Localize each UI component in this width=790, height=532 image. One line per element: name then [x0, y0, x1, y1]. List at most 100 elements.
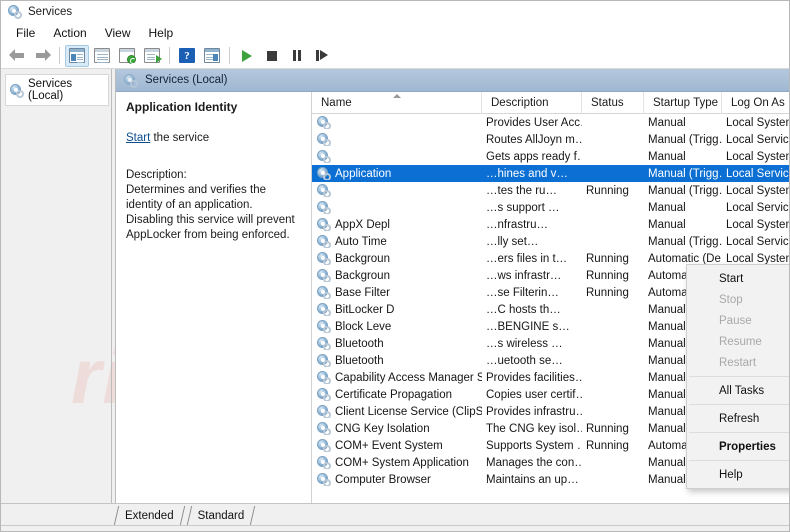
services-icon: [317, 388, 331, 401]
export-list-button[interactable]: [140, 45, 164, 67]
pause-icon: [292, 50, 302, 61]
cell-name: Backgroun: [312, 252, 482, 265]
services-icon: [317, 371, 331, 384]
cell-description: …BENGINE s…: [486, 320, 570, 333]
services-icon: [317, 252, 331, 265]
menu-item-view[interactable]: View: [96, 24, 140, 42]
cell-name: COM+ Event System: [312, 439, 482, 452]
stop-service-button[interactable]: [260, 45, 284, 67]
cell-description: Provides infrastru…: [486, 405, 582, 418]
column-header-startup-type[interactable]: Startup Type: [644, 91, 722, 114]
context-menu-item-label: Properties: [719, 440, 776, 453]
cell-description: …tes the ru…: [486, 184, 557, 197]
service-name-label: Backgroun: [335, 269, 390, 282]
service-name-label: Client License Service (ClipSV…: [335, 405, 482, 418]
table-row[interactable]: Routes AllJoyn m… Manual (Trigg… Local Ser…: [312, 131, 790, 148]
pause-service-button[interactable]: [285, 45, 309, 67]
cell-name: CNG Key Isolation: [312, 422, 482, 435]
column-header-description[interactable]: Description: [482, 91, 582, 114]
service-name-label: Bluetooth: [335, 337, 384, 350]
cell-log-on-as: Local Service: [726, 201, 790, 214]
cell-startup-type: Manual: [648, 150, 686, 163]
context-menu-item-help[interactable]: Help: [687, 464, 789, 485]
context-menu-item-pause: Pause: [687, 310, 789, 331]
column-header-label: Startup Type: [653, 96, 718, 109]
back-button[interactable]: [5, 45, 29, 67]
window-body: Services (Local) Services (Local) Applic…: [1, 69, 789, 503]
restart-service-button[interactable]: [310, 45, 334, 67]
help-button[interactable]: ?: [175, 45, 199, 67]
context-menu-item-start[interactable]: Start: [687, 268, 789, 289]
cell-description: …se Filterin…: [486, 286, 559, 299]
table-row[interactable]: Auto Time …lly set… Manual (Trigg… Local Se…: [312, 233, 789, 250]
refresh-button[interactable]: [115, 45, 139, 67]
services-icon: [317, 456, 331, 469]
services-icon: [317, 269, 331, 282]
properties-button[interactable]: [90, 45, 114, 67]
cell-log-on-as: Local System: [726, 116, 790, 129]
services-icon: [10, 83, 24, 98]
services-icon: [8, 5, 22, 19]
cell-name: Bluetooth: [312, 354, 482, 367]
cell-name: Block Leve: [312, 320, 482, 333]
cell-description: …lly set…: [486, 235, 539, 248]
column-header-label: Name: [321, 96, 352, 109]
table-row[interactable]: AppX Depl …nfrastru… Manual Local System: [312, 216, 789, 233]
cell-description: Copies user certif…: [486, 388, 582, 401]
show-action-pane-button[interactable]: [200, 45, 224, 67]
cell-name: Computer Browser: [312, 473, 482, 486]
column-header-status[interactable]: Status: [582, 91, 644, 114]
service-name-label: Block Leve: [335, 320, 392, 333]
table-row[interactable]: Application …hines and v… Manual (Trigg… Lo…: [312, 165, 789, 182]
service-name-label: Computer Browser: [335, 473, 431, 486]
cell-log-on-as: Local System: [726, 252, 790, 265]
context-menu-item-all-tasks[interactable]: All Tasks›: [687, 380, 789, 401]
cell-description: …ws infrastr…: [486, 269, 562, 282]
cell-name: Application: [312, 167, 482, 180]
cell-description: Maintains an up…: [486, 473, 579, 486]
context-menu-item-refresh[interactable]: Refresh: [687, 408, 789, 429]
cell-description: Provides User Acc…: [486, 116, 582, 129]
cell-name: COM+ System Application: [312, 456, 482, 469]
tab-standard[interactable]: Standard: [185, 506, 257, 525]
start-service-button[interactable]: [235, 45, 259, 67]
table-row[interactable]: …tes the ru… Running Manual (Trigg… Local S…: [312, 182, 789, 199]
show-hide-console-tree-button[interactable]: [65, 44, 89, 67]
menu-item-action[interactable]: Action: [44, 24, 95, 42]
cell-description: …uetooth se…: [486, 354, 563, 367]
cell-name: [312, 116, 482, 129]
toolbar-separator: [229, 47, 230, 64]
column-header-label: Description: [491, 96, 549, 109]
list-header: Name Description Status Startup Type Log On …: [312, 91, 789, 114]
cell-status: Running: [586, 184, 629, 197]
table-row[interactable]: …s support … Manual Local Service: [312, 199, 790, 216]
cell-name: Bluetooth: [312, 337, 482, 350]
table-row[interactable]: Gets apps ready f… Manual Local System: [312, 148, 790, 165]
cell-name: [312, 150, 482, 163]
column-header-log-on-as[interactable]: Log On As: [722, 92, 789, 114]
context-menu-item-label: Start: [719, 272, 744, 285]
services-icon: [317, 422, 331, 435]
cell-description: Routes AllJoyn m…: [486, 133, 582, 146]
service-name-label: AppX Depl: [335, 218, 390, 231]
tab-extended[interactable]: Extended: [113, 506, 186, 525]
table-row[interactable]: Provides User Acc… Manual Local System: [312, 114, 790, 131]
services-icon: [317, 184, 331, 197]
cell-log-on-as: Local Service: [726, 133, 790, 146]
menu-item-file[interactable]: File: [7, 24, 44, 42]
services-window: risk Services File Action View Help: [0, 0, 790, 532]
context-menu[interactable]: Start Stop Pause Resume Restart All Tasks› Ref…: [686, 264, 789, 489]
context-menu-item-properties[interactable]: Properties: [687, 436, 789, 457]
context-menu-item-label: Resume: [719, 335, 762, 348]
cell-status: Running: [586, 439, 629, 452]
pane-body: Application Identity Start the service D…: [116, 91, 790, 503]
start-service-link[interactable]: Start: [126, 132, 150, 144]
column-header-name[interactable]: Name: [312, 91, 482, 114]
play-icon: [242, 49, 252, 62]
services-icon: [317, 473, 331, 486]
sidebar-item-services-local[interactable]: Services (Local): [5, 74, 109, 106]
forward-button[interactable]: [30, 45, 54, 67]
menu-item-help[interactable]: Help: [140, 24, 183, 42]
cell-log-on-as: Local System: [726, 150, 790, 163]
title-bar: Services: [1, 1, 789, 23]
